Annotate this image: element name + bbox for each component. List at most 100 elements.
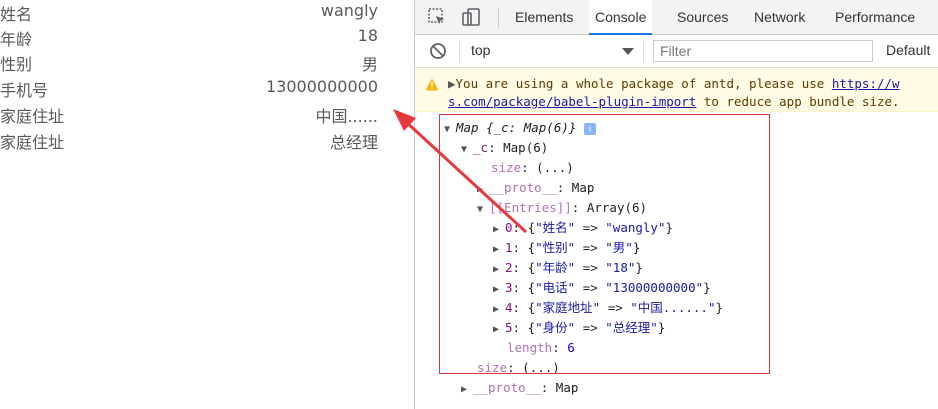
filter-input[interactable] (653, 40, 873, 62)
warning-icon (425, 76, 439, 95)
tab-network[interactable]: Network (754, 0, 805, 35)
warning-line-2: s.com/package/babel-plugin-import to red… (448, 94, 900, 109)
entry-key: "性别" (535, 240, 576, 255)
row-value: 中国...... (315, 107, 378, 126)
entry-key: "身份" (535, 320, 576, 335)
entry-key: "家庭地址" (535, 300, 601, 315)
entry-value: "总经理" (605, 320, 658, 335)
console-object-tree: ▼ Map {_c: Map(6)} i ▼ _c: Map(6) size: (.… (415, 112, 938, 409)
row-value: 18 (357, 26, 378, 45)
app-page: 姓名 wangly 年龄 18 性别 男 手机号 13000000000 家庭住… (0, 0, 414, 409)
tree-size[interactable]: size: (...) (491, 159, 574, 177)
info-row-address: 家庭住址 中国...... (0, 103, 378, 126)
prop-key: __proto__ (473, 380, 541, 395)
collapsed-triangle-icon[interactable]: ▶ (493, 261, 505, 279)
collapsed-triangle-icon[interactable]: ▶ (493, 281, 505, 299)
tab-sources[interactable]: Sources (677, 0, 728, 35)
collapsed-triangle-icon[interactable]: ▶ (493, 241, 505, 259)
entry-index: 0 (505, 220, 513, 235)
prop-value: Array(6) (586, 200, 648, 215)
prop-key: [[Entries]] (489, 200, 572, 215)
expanded-triangle-icon[interactable]: ▼ (444, 121, 456, 139)
info-row-gender: 性别 男 (0, 51, 378, 74)
chevron-down-icon[interactable] (622, 48, 634, 55)
tree-outer-proto[interactable]: ▶ __proto__: Map (461, 379, 578, 397)
row-value: 男 (361, 55, 378, 74)
entry-row[interactable]: ▶ 0: {"姓名" => "wangly"} (493, 219, 673, 237)
prop-value: Map(6) (503, 140, 549, 155)
entry-key: "电话" (535, 280, 576, 295)
collapsed-triangle-icon[interactable]: ▶ (461, 381, 473, 399)
entry-value: "18" (605, 260, 636, 275)
devtools-toolbar: Elements Console Sources Network Perform… (415, 0, 938, 35)
entry-index: 5 (505, 320, 513, 335)
collapsed-triangle-icon[interactable]: ▶ (493, 321, 505, 339)
entry-row[interactable]: ▶ 5: {"身份" => "总经理"} (493, 319, 665, 337)
tree-c-node[interactable]: ▼ _c: Map(6) (461, 139, 548, 157)
collapsed-triangle-icon[interactable]: ▶ (493, 221, 505, 239)
row-value: 13000000000 (266, 77, 378, 96)
console-warning: ▶You are using a whole package of antd, … (415, 68, 938, 112)
warning-line-1: ▶You are using a whole package of antd, … (448, 76, 900, 91)
entry-index: 3 (505, 280, 513, 295)
tree-outer-size[interactable]: size: (...) (477, 359, 560, 377)
prop-value: (...) (522, 360, 560, 375)
prop-value: 6 (567, 340, 575, 355)
prop-value: (...) (536, 160, 574, 175)
tab-performance[interactable]: Performance (835, 0, 915, 35)
entry-row[interactable]: ▶ 1: {"性别" => "男"} (493, 239, 640, 257)
console-filter-bar: top Default (415, 35, 938, 68)
row-label: 性别 (0, 55, 33, 74)
warning-text: to reduce app bundle size. (696, 94, 900, 109)
entry-index: 2 (505, 260, 513, 275)
collapsed-triangle-icon[interactable]: ▶ (477, 181, 489, 199)
entry-row[interactable]: ▶ 4: {"家庭地址" => "中国......"} (493, 299, 723, 317)
info-row-phone: 手机号 13000000000 (0, 77, 378, 100)
tree-proto[interactable]: ▶ __proto__: Map (477, 179, 594, 197)
info-icon: i (583, 122, 596, 135)
log-levels-dropdown[interactable]: Default (886, 42, 930, 58)
warning-text: You are using a whole package of antd, p… (455, 76, 832, 91)
prop-key: _c (473, 140, 489, 155)
tab-elements[interactable]: Elements (515, 0, 573, 35)
filter-divider (643, 42, 644, 62)
prop-key: length (507, 340, 553, 355)
entry-value: "wangly" (605, 220, 666, 235)
entry-value: "中国......" (630, 300, 716, 315)
toolbar-divider (498, 8, 499, 28)
tree-root[interactable]: ▼ Map {_c: Map(6)} i (444, 119, 596, 137)
prop-key: size (477, 360, 508, 375)
info-row-title: 家庭住址 总经理 (0, 129, 378, 152)
context-selector[interactable]: top (471, 42, 490, 58)
info-row-age: 年龄 18 (0, 26, 378, 49)
root-summary: Map {_c: Map(6)} (456, 120, 577, 135)
tree-length[interactable]: length: 6 (507, 339, 575, 357)
row-value: wangly (320, 1, 378, 20)
prop-key: size (491, 160, 522, 175)
cursor-select-icon[interactable] (427, 7, 447, 27)
entry-value: "男" (605, 240, 633, 255)
entry-row[interactable]: ▶ 3: {"电话" => "13000000000"} (493, 279, 711, 297)
entry-index: 1 (505, 240, 513, 255)
entry-index: 4 (505, 300, 513, 315)
filter-divider (459, 42, 460, 62)
expanded-triangle-icon[interactable]: ▼ (461, 141, 473, 159)
block-icon[interactable] (429, 42, 449, 62)
collapsed-triangle-icon[interactable]: ▶ (493, 301, 505, 319)
entry-key: "年龄" (535, 260, 576, 275)
warning-link[interactable]: https://w (832, 76, 900, 91)
row-label: 家庭住址 (0, 133, 65, 152)
device-toggle-icon[interactable] (461, 7, 481, 27)
prop-key: __proto__ (489, 180, 557, 195)
tab-console[interactable]: Console (589, 0, 653, 35)
row-label: 姓名 (0, 5, 33, 24)
tree-entries[interactable]: ▼ [[Entries]]: Array(6) (477, 199, 647, 217)
entry-value: "13000000000" (605, 280, 704, 295)
prop-value: Map (571, 180, 595, 195)
entry-row[interactable]: ▶ 2: {"年龄" => "18"} (493, 259, 643, 277)
row-label: 年龄 (0, 30, 33, 49)
warning-link[interactable]: s.com/package/babel-plugin-import (448, 94, 696, 109)
prop-value: Map (555, 380, 579, 395)
row-value: 总经理 (329, 133, 378, 152)
expanded-triangle-icon[interactable]: ▼ (477, 201, 489, 219)
